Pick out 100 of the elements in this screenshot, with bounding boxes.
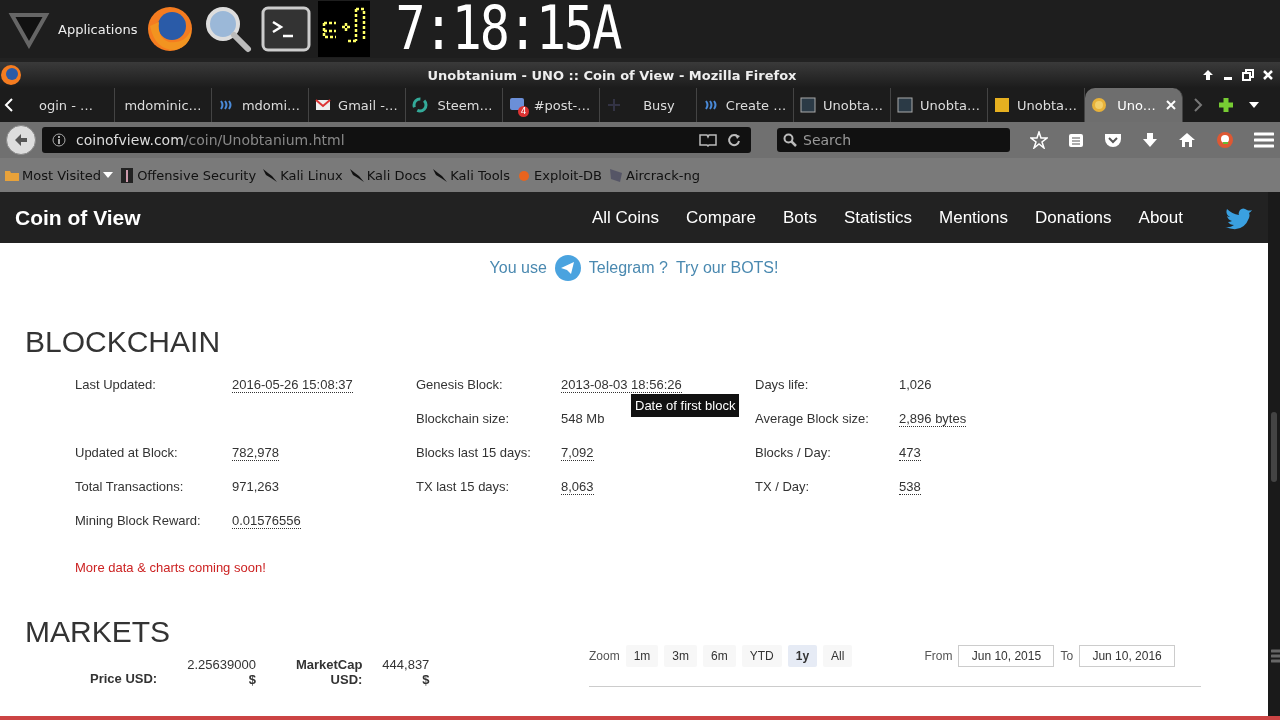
field-label: MarketCap [295,657,363,672]
bookmark[interactable]: Exploit-DB [516,166,603,184]
bookmark[interactable]: Most Visited [4,166,114,184]
field-label: Days life: [755,377,809,392]
nav-link[interactable]: About [1138,207,1183,228]
field-label: Blocks last 15 days: [416,445,531,460]
search-icon [783,133,797,147]
field-label: Blockchain size: [416,411,510,426]
nav-link[interactable]: Compare [686,207,756,228]
field-label: Mining Block Reward: [75,513,201,528]
to-label: To [1060,648,1074,663]
square-icon [897,97,913,113]
back-button[interactable] [6,125,36,155]
search-icon[interactable] [203,4,254,54]
field-value: 7,092 [561,445,594,461]
field-label: Price USD: [90,671,158,686]
notice-text: More data & charts coming soon! [75,560,267,575]
date-field[interactable]: Jun 10, 2015 [958,644,1055,667]
home-icon[interactable] [1178,132,1196,148]
field-value: 2,896 bytes [899,411,967,427]
range-button[interactable]: 3m [664,644,698,667]
download-icon[interactable] [1142,132,1158,148]
arrow-up-icon[interactable] [1202,69,1214,81]
scrollbar[interactable] [1268,192,1280,716]
unit-text: $ [422,672,430,687]
applications-menu[interactable]: Applications [8,9,138,49]
arrow-left-icon [13,132,29,148]
restore-icon[interactable] [1242,69,1254,81]
bookmark[interactable]: Kali Docs [348,166,427,184]
chevron-right-icon[interactable] [1193,98,1203,112]
terminal-icon[interactable] [261,6,312,52]
field-label: TX / Day: [755,479,810,494]
bookmark[interactable]: Kali Tools [432,166,510,184]
range-button[interactable]: YTD [741,644,782,667]
banner-text: You use [489,259,547,277]
duck-icon[interactable] [1216,131,1234,149]
chevron-left-icon [4,98,14,112]
site-logo-link[interactable]: Coin of View [15,205,592,230]
section-heading: MARKETS [25,615,172,649]
coin-icon [1091,97,1107,113]
square-icon [800,97,816,113]
range-button[interactable]: 1y [787,644,818,667]
range-button[interactable]: 1m [625,644,659,667]
field-label: Blocks / Day: [755,445,831,460]
plus-icon[interactable] [1217,96,1235,114]
field-value: 0.01576556 [232,513,301,529]
section-heading: BLOCKCHAIN [25,325,222,359]
field-value: 548 Mb [561,411,605,426]
nav-link[interactable]: Donations [1035,207,1112,228]
field-value: 2013-08-03 18:56:26 [561,377,682,393]
list-icon[interactable] [1068,132,1084,148]
field-value: 444,837 [382,657,430,672]
bookmark[interactable]: Offensive Security [119,166,257,184]
plus-icon [606,97,622,113]
field-value: 538 [899,479,921,495]
tooltip: Date of first block [631,394,740,417]
browser-tab[interactable]: Uno… [1085,88,1183,122]
field-value: 2.25639000 [187,657,256,672]
field-label: Updated at Block: [75,445,178,460]
field-label: USD: [330,672,363,687]
field-label: Average Block size: [755,411,869,426]
unit-text: $ [248,672,256,687]
field-value: 8,063 [561,479,594,495]
caret-icon [103,172,114,178]
field-value: 971,263 [232,479,279,494]
field-label: Total Transactions: [75,479,184,494]
reload-icon[interactable] [727,133,741,147]
field-value: 1,026 [899,377,932,392]
book-icon[interactable] [699,133,717,147]
close-icon[interactable] [1262,69,1274,81]
envelope-icon [315,97,331,113]
square-icon [994,97,1010,113]
caret-icon[interactable] [1249,102,1259,108]
range-button[interactable]: 6m [703,644,736,667]
search-field[interactable]: Search [777,128,1010,152]
star-icon[interactable] [1030,131,1048,149]
nav-link[interactable]: Statistics [844,207,912,228]
from-label: From [924,648,953,663]
zoom-label: Zoom [589,648,620,663]
field-label: Last Updated: [75,377,156,392]
bots-link[interactable]: Try our BOTS! [675,259,779,277]
circular-arrows-icon [412,97,428,113]
bookmark[interactable]: Kali Linux [262,166,343,184]
window-title: Unobtanium - UNO :: Coin of View - Mozilla Firefox [426,67,798,83]
bookmark[interactable]: Aircrack-ng [608,166,700,184]
field-label: Genesis Block: [416,377,503,392]
range-button[interactable]: All [823,644,853,667]
field-value: 2016-05-26 15:08:37 [232,377,353,393]
nav-link[interactable]: Bots [782,207,817,228]
notification-badge: 4 [518,106,529,117]
info-icon [52,133,66,147]
address-bar[interactable]: coinofview.com/coin/Unobtanium.html [42,127,751,153]
chat-icon [509,97,525,113]
pocket-icon[interactable] [1104,132,1122,148]
field-value: 473 [899,445,921,461]
date-field[interactable]: Jun 10, 2016 [1079,644,1176,667]
nav-link[interactable]: Mentions [939,207,1008,228]
nav-link[interactable]: All Coins [591,207,660,228]
clock: 7:18:15A [395,0,621,59]
field-label: TX last 15 days: [416,479,510,494]
